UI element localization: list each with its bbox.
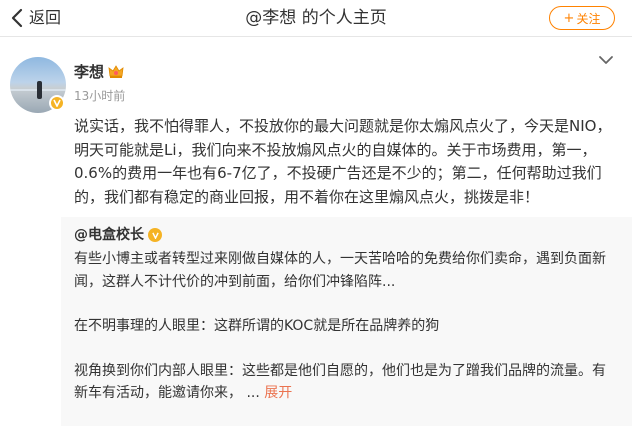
avatar-figure	[37, 81, 42, 99]
repost-paragraph-text: 视角换到你们内部人眼里：这些都是他们自愿的，他们也是为了蹭我们品牌的流量。有新车…	[74, 362, 606, 402]
top-navbar: 返回 @李想 的个人主页 + 关注	[0, 0, 632, 37]
ellipsis: ...	[242, 385, 265, 401]
back-label: 返回	[29, 8, 62, 27]
page-title: @李想 的个人主页	[245, 8, 387, 28]
chevron-left-icon	[11, 8, 23, 28]
post-time: 13小时前	[74, 89, 126, 103]
repost-text: 有些小博主或者转型过来刚做自媒体的人，一天苦哈哈的免费给你们卖命，遇到负面新闻，…	[74, 248, 619, 405]
repost-header: @电盒校长	[74, 225, 162, 245]
repost-paragraph: 视角换到你们内部人眼里：这些都是他们自愿的，他们也是为了蹭我们品牌的流量。有新车…	[74, 360, 619, 405]
back-button[interactable]: 返回	[10, 6, 61, 30]
expand-link[interactable]: 展开	[264, 385, 292, 401]
post-text: 说实话，我不怕得罪人，不投放你的最大问题就是你太煽风点火了，今天是NIO，明天可…	[74, 117, 612, 206]
repost-paragraph: 有些小博主或者转型过来刚做自媒体的人，一天苦哈哈的免费给你们卖命，遇到负面新闻，…	[74, 251, 606, 290]
post-author[interactable]: 李想	[74, 62, 104, 82]
follow-label: 关注	[576, 11, 601, 26]
follow-button[interactable]: + 关注	[549, 6, 615, 30]
crown-icon	[108, 65, 124, 78]
plus-icon: +	[563, 10, 575, 26]
verified-badge-icon	[148, 228, 162, 242]
repost-card[interactable]: @电盒校长 有些小博主或者转型过来刚做自媒体的人，一天苦哈哈的免费给你们卖命，遇…	[61, 217, 632, 426]
chevron-down-icon[interactable]	[598, 55, 614, 65]
repost-paragraph: 在不明事理的人眼里：这群所谓的KOC就是所在品牌养的狗	[74, 318, 440, 334]
verified-badge-icon	[49, 95, 65, 111]
repost-author[interactable]: @电盒校长	[74, 225, 144, 245]
